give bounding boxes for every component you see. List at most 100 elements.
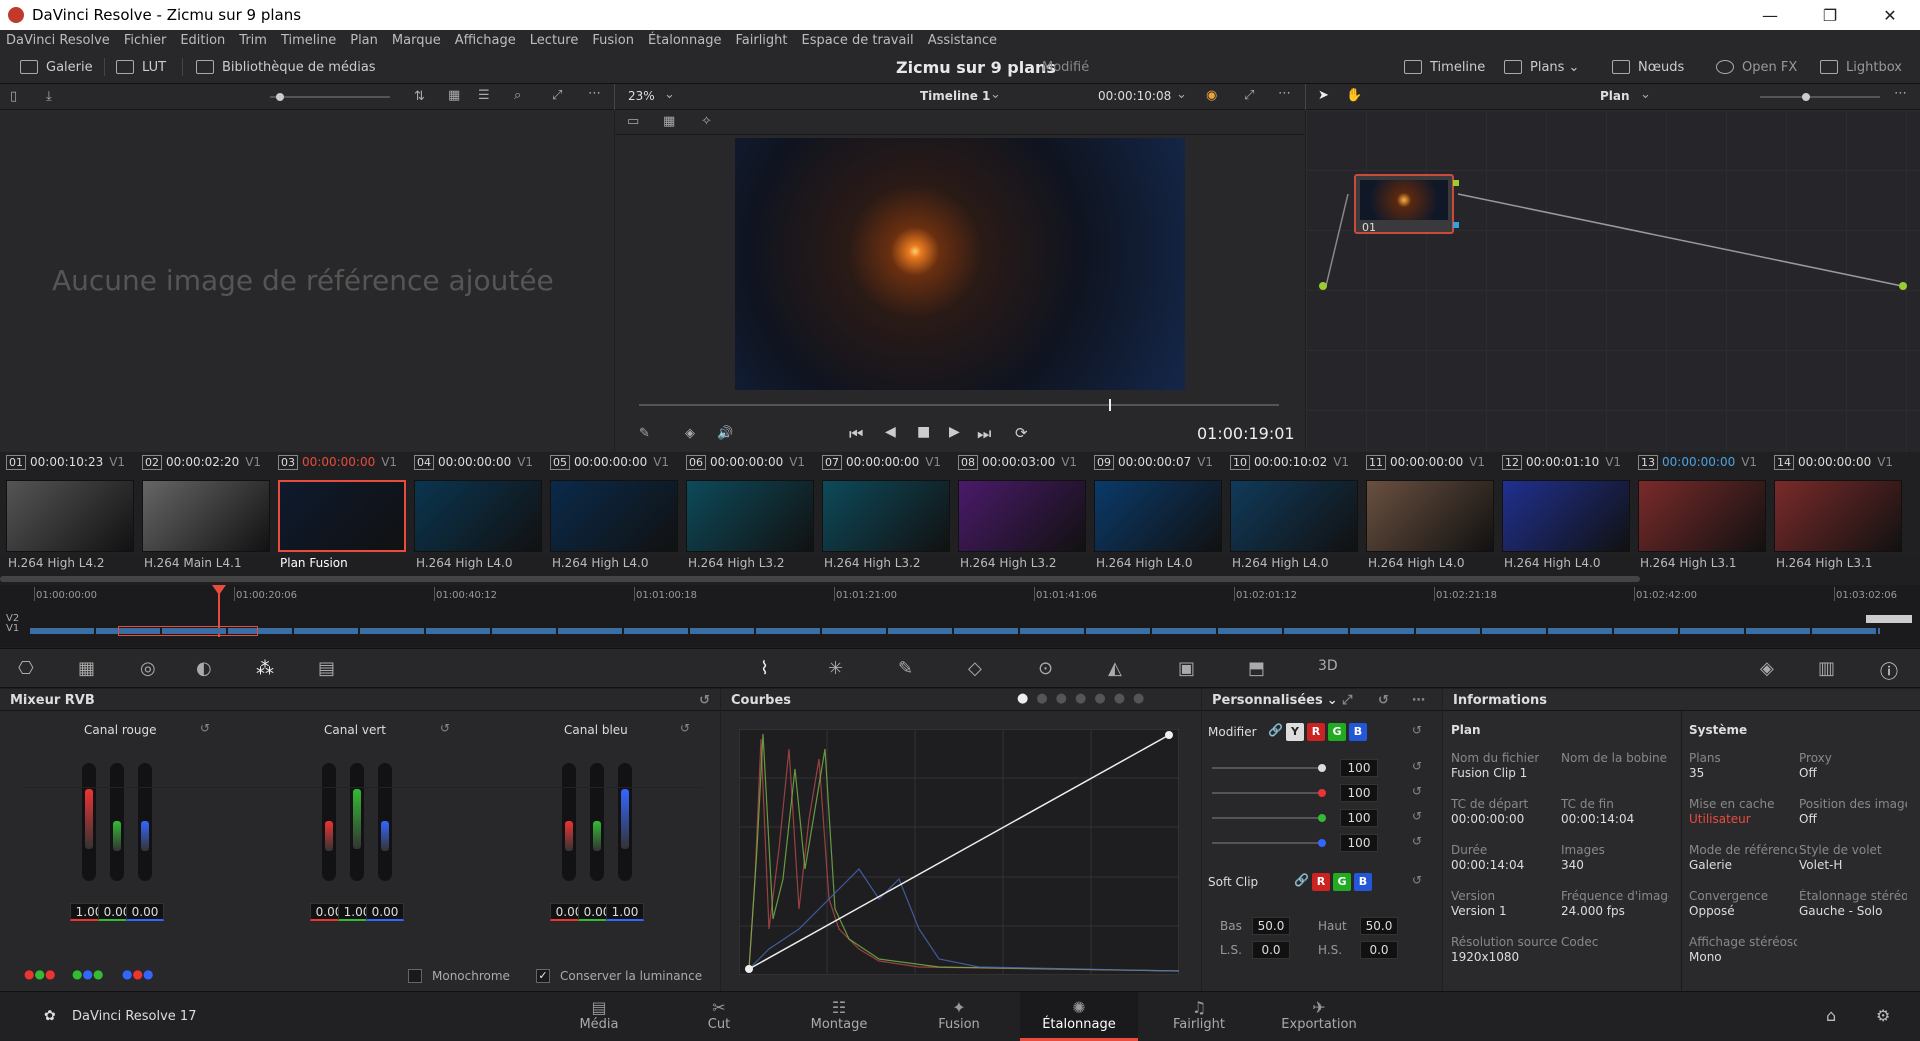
hs-field[interactable]: 0.0	[1360, 941, 1398, 959]
reset-icon[interactable]: ↺	[699, 693, 710, 708]
reset-icon[interactable]: ↺	[1412, 784, 1422, 798]
menu-item[interactable]: DaVinci Resolve	[6, 33, 110, 48]
slider-handle[interactable]	[1318, 764, 1326, 772]
nav-tab-fusion[interactable]: ✦ Fusion	[900, 992, 1018, 1041]
clip-thumbnail[interactable]	[550, 472, 678, 556]
slider-handle[interactable]	[276, 93, 284, 101]
mini-timeline[interactable]: V2 V1 01:00:00:00 01:00:20:06 01:00:40:12 0…	[0, 585, 1920, 647]
channel-slider[interactable]	[138, 763, 152, 881]
channel-value-field[interactable]: 1.00	[606, 903, 644, 921]
level-value-field[interactable]: 100	[1340, 834, 1378, 852]
level-value-field[interactable]: 100	[1340, 759, 1378, 777]
softclip-r-toggle[interactable]: R	[1312, 873, 1330, 891]
nav-tab-média[interactable]: ▤ Média	[540, 992, 658, 1041]
eyedropper-icon[interactable]: ✎	[639, 426, 650, 441]
nav-tab-montage[interactable]: ☷ Montage	[780, 992, 898, 1041]
clip-thumbnail[interactable]	[1366, 472, 1494, 556]
channel-slider[interactable]	[590, 763, 604, 881]
node-editor[interactable]: 01	[1306, 110, 1920, 452]
gallery-button[interactable]: Galerie	[20, 50, 93, 84]
lightbox-toggle-button[interactable]: Lightbox	[1820, 50, 1902, 84]
menu-item[interactable]: Lecture	[530, 33, 579, 48]
channel-value-field[interactable]: 0.00	[366, 903, 404, 921]
reset-icon[interactable]: ↺	[1412, 809, 1422, 823]
thumb-size-slider[interactable]	[270, 93, 390, 101]
hand-tool-icon[interactable]: ✋	[1346, 88, 1362, 103]
expand-icon[interactable]: ⤢	[552, 88, 562, 103]
split-view-icon[interactable]: ▦	[663, 114, 675, 129]
zoom-level[interactable]: 23%	[628, 89, 655, 103]
level-slider[interactable]	[1212, 814, 1326, 822]
menu-item[interactable]: Étalonnage	[648, 33, 722, 48]
channel-slider[interactable]	[562, 763, 576, 881]
reset-icon[interactable]: ↺	[1412, 759, 1422, 773]
fullscreen-icon[interactable]: ⤢	[1244, 88, 1254, 103]
sizing-icon[interactable]: ⬒	[1248, 658, 1265, 679]
more-options-icon[interactable]: ⋯	[588, 86, 601, 101]
more-options-icon[interactable]: ⋯	[1278, 86, 1291, 101]
lut-button[interactable]: LUT	[116, 50, 166, 84]
softclip-g-toggle[interactable]: G	[1333, 873, 1351, 891]
channel-slider[interactable]	[618, 763, 632, 881]
minimize-button[interactable]: —	[1740, 0, 1800, 30]
play-reverse-icon[interactable]: ◀	[885, 424, 896, 440]
loop-icon[interactable]: ⟳	[1015, 424, 1028, 442]
ls-field[interactable]: 0.0	[1252, 941, 1290, 959]
level-slider[interactable]	[1212, 764, 1326, 772]
hdr-wheels-icon[interactable]: ◐	[196, 658, 212, 679]
nodes-toggle-button[interactable]: Nœuds	[1612, 50, 1684, 84]
clip-thumbnail[interactable]	[1502, 472, 1630, 556]
maximize-button[interactable]: ❐	[1800, 0, 1860, 30]
clip-thumbnail[interactable]	[822, 472, 950, 556]
clip-thumbnail[interactable]	[1638, 472, 1766, 556]
channel-slider[interactable]	[82, 763, 96, 881]
clip-thumbnail[interactable]	[1774, 472, 1902, 556]
color-match-icon[interactable]: ▦	[78, 658, 95, 679]
link-icon[interactable]: 🔗	[1268, 723, 1283, 737]
blur-icon[interactable]: ◭	[1108, 658, 1122, 679]
slider-handle[interactable]	[1318, 789, 1326, 797]
custom-title-text[interactable]: Personnalisées	[1212, 693, 1323, 708]
key-icon[interactable]: ▣	[1178, 658, 1195, 679]
preset-red-icon[interactable]: ●●●	[24, 967, 55, 981]
volume-icon[interactable]: 🔊	[717, 426, 733, 441]
slider-handle[interactable]	[1318, 814, 1326, 822]
camera-raw-icon[interactable]: ⎔	[18, 658, 34, 679]
menu-item[interactable]: Marque	[392, 33, 441, 48]
preset-blue-icon[interactable]: ●●●	[122, 967, 153, 981]
monochrome-checkbox[interactable]	[408, 969, 422, 983]
reset-icon[interactable]: ↺	[1412, 723, 1422, 737]
menu-item[interactable]: Fusion	[592, 33, 634, 48]
chevron-down-icon[interactable]: ⌄	[1327, 693, 1338, 708]
color-node[interactable]: 01	[1354, 174, 1454, 234]
qualifier-icon[interactable]: ✎	[898, 658, 913, 679]
menu-item[interactable]: Trim	[239, 33, 267, 48]
curve-page-dots[interactable]: ●●●●●●●	[1017, 691, 1152, 706]
chevron-down-icon[interactable]: ⌄	[1176, 87, 1187, 102]
sort-icon[interactable]: ⇅	[414, 89, 425, 104]
nav-tab-étalonnage[interactable]: ✺ Étalonnage	[1020, 992, 1138, 1041]
layers-icon[interactable]: ◈	[685, 426, 695, 441]
media-library-button[interactable]: Bibliothèque de médias	[196, 50, 376, 84]
preset-green-icon[interactable]: ●●●	[72, 967, 103, 981]
scrubber-bar[interactable]	[639, 399, 1279, 411]
channel-slider[interactable]	[322, 763, 336, 881]
clip-thumbnail[interactable]	[414, 472, 542, 556]
high-field[interactable]: 50.0	[1360, 917, 1398, 935]
reset-icon[interactable]: ↺	[200, 721, 210, 735]
home-icon[interactable]: ⌂	[1826, 1006, 1836, 1025]
motion-effects-icon[interactable]: ▤	[318, 658, 335, 679]
close-button[interactable]: ✕	[1860, 0, 1920, 30]
preserve-luminance-checkbox[interactable]: ✓	[536, 969, 550, 983]
channel-r-toggle[interactable]: R	[1307, 723, 1325, 741]
level-value-field[interactable]: 100	[1340, 784, 1378, 802]
curves-icon[interactable]: ⌇	[760, 658, 769, 679]
node-zoom-slider[interactable]	[1760, 93, 1880, 101]
import-icon[interactable]: ⤓	[46, 89, 52, 104]
channel-g-toggle[interactable]: G	[1328, 723, 1346, 741]
rgb-mixer-icon[interactable]: ⁂	[256, 658, 274, 679]
node-mode-selector[interactable]: Plan	[1600, 89, 1630, 103]
channel-y-toggle[interactable]: Y	[1286, 723, 1304, 741]
clip-thumbnail[interactable]	[958, 472, 1086, 556]
menu-item[interactable]: Assistance	[928, 33, 997, 48]
